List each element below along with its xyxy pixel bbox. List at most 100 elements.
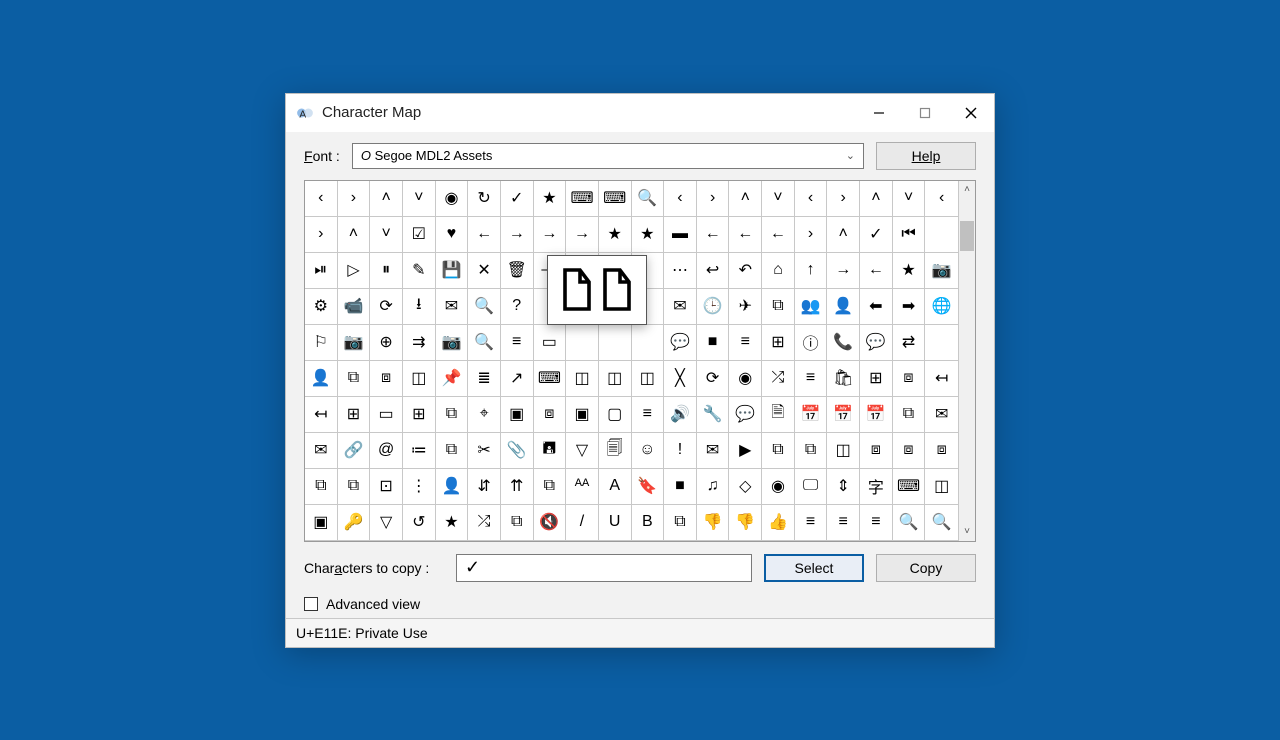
glyph-cell[interactable]: ‹: [664, 181, 697, 217]
glyph-cell[interactable]: ⊞: [762, 325, 795, 361]
glyph-cell[interactable]: ◫: [403, 361, 436, 397]
glyph-cell[interactable]: ›: [338, 181, 371, 217]
glyph-cell[interactable]: ✉: [305, 433, 338, 469]
glyph-cell[interactable]: [632, 325, 665, 361]
glyph-cell[interactable]: ↤: [305, 397, 338, 433]
scroll-up-icon[interactable]: ˄: [959, 181, 975, 199]
glyph-cell[interactable]: ≡: [827, 505, 860, 541]
glyph-cell[interactable]: ⤮: [762, 361, 795, 397]
scroll-down-icon[interactable]: ˅: [959, 523, 975, 541]
glyph-cell[interactable]: ←: [762, 217, 795, 253]
glyph-cell[interactable]: →: [501, 217, 534, 253]
glyph-cell[interactable]: ☺: [632, 433, 665, 469]
glyph-cell[interactable]: ˄: [338, 217, 371, 253]
glyph-cell[interactable]: ⌨: [566, 181, 599, 217]
glyph-cell[interactable]: @: [370, 433, 403, 469]
glyph-cell[interactable]: ◫: [827, 433, 860, 469]
glyph-cell[interactable]: 🖪: [534, 433, 567, 469]
glyph-cell[interactable]: ⊞: [403, 397, 436, 433]
glyph-cell[interactable]: ←: [468, 217, 501, 253]
glyph-cell[interactable]: ←: [860, 253, 893, 289]
glyph-cell[interactable]: ★: [893, 253, 926, 289]
glyph-cell[interactable]: ˄: [370, 181, 403, 217]
glyph-cell[interactable]: ⧈: [860, 433, 893, 469]
glyph-cell[interactable]: !: [664, 433, 697, 469]
glyph-cell[interactable]: ›: [697, 181, 730, 217]
glyph-cell[interactable]: ⚐: [305, 325, 338, 361]
glyph-cell[interactable]: ⏮: [893, 217, 926, 253]
glyph-cell[interactable]: →: [827, 253, 860, 289]
glyph-cell[interactable]: 📅: [860, 397, 893, 433]
glyph-cell[interactable]: 📅: [827, 397, 860, 433]
glyph-cell[interactable]: ✓: [860, 217, 893, 253]
glyph-cell[interactable]: ⌨: [893, 469, 926, 505]
glyph-cell[interactable]: 👤: [436, 469, 469, 505]
glyph-cell[interactable]: ⇈: [501, 469, 534, 505]
glyph-cell[interactable]: ›: [795, 217, 828, 253]
glyph-cell[interactable]: 🔑: [338, 505, 371, 541]
glyph-cell[interactable]: 👎: [697, 505, 730, 541]
glyph-cell[interactable]: ⏸: [370, 253, 403, 289]
glyph-cell[interactable]: A: [599, 469, 632, 505]
glyph-cell[interactable]: ⧉: [338, 469, 371, 505]
glyph-cell[interactable]: ▬: [664, 217, 697, 253]
glyph-cell[interactable]: ☑: [403, 217, 436, 253]
glyph-cell[interactable]: ★: [632, 217, 665, 253]
copy-button[interactable]: Copy: [876, 554, 976, 582]
glyph-cell[interactable]: ⌨: [599, 181, 632, 217]
glyph-cell[interactable]: U: [599, 505, 632, 541]
glyph-cell[interactable]: ⊞: [860, 361, 893, 397]
glyph-cell[interactable]: 📎: [501, 433, 534, 469]
glyph-cell[interactable]: ˅: [762, 181, 795, 217]
glyph-cell[interactable]: 📅: [795, 397, 828, 433]
glyph-cell[interactable]: 🔇: [534, 505, 567, 541]
glyph-cell[interactable]: ⧉: [436, 397, 469, 433]
glyph-cell[interactable]: ≡: [795, 505, 828, 541]
glyph-cell[interactable]: ⧉: [534, 469, 567, 505]
vertical-scrollbar[interactable]: ˄ ˅: [958, 181, 975, 541]
select-button[interactable]: Select: [764, 554, 864, 582]
glyph-cell[interactable]: ⧈: [534, 397, 567, 433]
glyph-cell[interactable]: ╳: [664, 361, 697, 397]
glyph-cell[interactable]: ⧉: [338, 361, 371, 397]
glyph-cell[interactable]: ⧈: [893, 361, 926, 397]
glyph-cell[interactable]: ⇕: [827, 469, 860, 505]
scroll-track[interactable]: [959, 199, 975, 523]
glyph-cell[interactable]: ˅: [403, 181, 436, 217]
glyph-cell[interactable]: [925, 217, 958, 253]
glyph-cell[interactable]: B: [632, 505, 665, 541]
glyph-cell[interactable]: ˅: [370, 217, 403, 253]
glyph-cell[interactable]: 🔧: [697, 397, 730, 433]
glyph-cell[interactable]: ⧉: [305, 469, 338, 505]
glyph-cell[interactable]: ?: [501, 289, 534, 325]
glyph-cell[interactable]: ♥: [436, 217, 469, 253]
glyph-cell[interactable]: ✉: [436, 289, 469, 325]
glyph-cell[interactable]: ★: [436, 505, 469, 541]
glyph-cell[interactable]: ≡: [795, 361, 828, 397]
glyph-cell[interactable]: ˄: [860, 181, 893, 217]
glyph-cell[interactable]: ✉: [664, 289, 697, 325]
glyph-cell[interactable]: 👥: [795, 289, 828, 325]
glyph-cell[interactable]: ⧈: [893, 433, 926, 469]
glyph-cell[interactable]: 🔍: [468, 289, 501, 325]
glyph-cell[interactable]: 💾: [436, 253, 469, 289]
glyph-cell[interactable]: ▣: [566, 397, 599, 433]
glyph-cell[interactable]: ←: [729, 217, 762, 253]
glyph-cell[interactable]: 🔗: [338, 433, 371, 469]
glyph-cell[interactable]: ↺: [403, 505, 436, 541]
glyph-cell[interactable]: ◇: [729, 469, 762, 505]
glyph-cell[interactable]: 🛍: [827, 361, 860, 397]
glyph-cell[interactable]: ‹: [305, 181, 338, 217]
glyph-cell[interactable]: 👤: [827, 289, 860, 325]
glyph-cell[interactable]: ➡: [893, 289, 926, 325]
glyph-cell[interactable]: ⇵: [468, 469, 501, 505]
glyph-cell[interactable]: ˅: [893, 181, 926, 217]
glyph-cell[interactable]: ↩: [697, 253, 730, 289]
glyph-cell[interactable]: ↑: [795, 253, 828, 289]
glyph-cell[interactable]: 📞: [827, 325, 860, 361]
glyph-cell[interactable]: ≡: [860, 505, 893, 541]
glyph-cell[interactable]: 💬: [664, 325, 697, 361]
glyph-cell[interactable]: 字: [860, 469, 893, 505]
chars-to-copy-input[interactable]: ✓: [456, 554, 752, 582]
glyph-cell[interactable]: ⟳: [370, 289, 403, 325]
